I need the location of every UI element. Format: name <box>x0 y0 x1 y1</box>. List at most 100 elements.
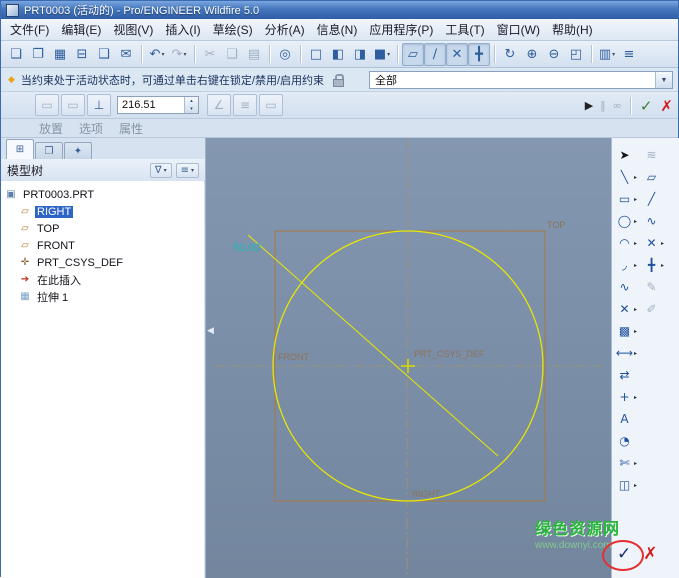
combobox-arrow-icon[interactable]: ▼ <box>655 72 672 88</box>
datum-plane-toggle-icon[interactable]: ▱ <box>402 43 424 66</box>
point-tool-icon[interactable]: ✕ <box>642 234 661 253</box>
shaded-display-icon[interactable]: ■▾ <box>371 43 393 66</box>
tree-settings-button[interactable]: ≡▾ <box>176 163 199 178</box>
sketch-select-ref-icon[interactable]: ▭ <box>35 94 59 116</box>
mail-icon[interactable]: ✉ <box>115 43 137 66</box>
no-hidden-display-icon[interactable]: ◨ <box>349 43 371 66</box>
copy-model-icon[interactable]: ❑ <box>93 43 115 66</box>
flyout-arrow-icon[interactable]: ▸ <box>634 482 642 489</box>
ellipse-tool-icon[interactable]: ∿ <box>642 212 661 231</box>
datum-label-front[interactable]: FRONT <box>278 352 309 362</box>
sketch-tool-button[interactable] <box>642 388 661 407</box>
zoom-out-icon[interactable]: ⊖ <box>543 43 565 66</box>
flyout-arrow-icon[interactable]: ▸ <box>634 196 642 203</box>
undo-icon[interactable]: ↶▾ <box>146 43 168 66</box>
datum-axis-toggle-icon[interactable]: ∕ <box>424 43 446 66</box>
tree-item-csys[interactable]: ✛ PRT_CSYS_DEF <box>4 254 201 271</box>
dimension-value-field[interactable]: ▴ ▾ <box>117 96 199 114</box>
tree-item-right-plane[interactable]: ▱ RIGHT <box>4 203 201 220</box>
dimension-value-label[interactable]: 50.00 <box>233 242 261 254</box>
sketch-tool-button[interactable] <box>642 432 661 451</box>
separator[interactable] <box>265 43 274 66</box>
sketch-tool-button[interactable] <box>642 454 661 473</box>
tree-show-button[interactable]: ∇▾ <box>150 163 172 178</box>
zoom-in-icon[interactable]: ⊕ <box>521 43 543 66</box>
flyout-arrow-icon[interactable]: ▸ <box>634 262 642 269</box>
saved-views-icon[interactable]: ▥▾ <box>596 43 618 66</box>
graphics-area[interactable]: 50.00 TOP FRONT RIGHT PRT_CSYS_DEF ◀ <box>206 138 611 578</box>
print-icon[interactable]: ⊟ <box>71 43 93 66</box>
mirror-tool-icon[interactable]: ◫ <box>615 476 634 495</box>
tree-item-top-plane[interactable]: ▱ TOP <box>4 220 201 237</box>
constraint-display-icon[interactable]: ⊥ <box>87 94 111 116</box>
dashboard-tab[interactable]: 选项 <box>79 120 103 137</box>
dimension-value-input[interactable] <box>118 97 184 113</box>
continue-section-icon[interactable]: ▶ <box>585 99 593 112</box>
pan-tool-icon[interactable]: ≋ <box>642 146 661 165</box>
menu-item[interactable]: 编辑(E) <box>55 19 107 40</box>
sketch-quit-button[interactable]: ✗ <box>643 544 657 564</box>
menu-item[interactable]: 信息(N) <box>311 19 364 40</box>
flyout-arrow-icon[interactable]: ▸ <box>634 174 642 181</box>
sketch-tool-button[interactable] <box>642 366 661 385</box>
layers-icon[interactable]: ≡ <box>618 43 640 66</box>
tree-item-front-plane[interactable]: ▱ FRONT <box>4 237 201 254</box>
sketch-tool-button[interactable] <box>642 476 661 495</box>
panel-collapse-arrow[interactable]: ◀ <box>207 326 214 336</box>
fillet-tool-icon[interactable]: ◞ <box>615 256 634 275</box>
save-icon[interactable]: ▦ <box>49 43 71 66</box>
spin-down-icon[interactable]: ▾ <box>185 105 198 113</box>
separator[interactable] <box>296 43 305 66</box>
menu-item[interactable]: 草绘(S) <box>207 19 259 40</box>
datum-csys-toggle-icon[interactable]: ╋ <box>468 43 490 66</box>
reference-box-icon[interactable]: ▭ <box>259 94 283 116</box>
model-tree-tab[interactable]: ⊞ <box>6 139 34 159</box>
flyout-arrow-icon[interactable]: ▸ <box>634 394 642 401</box>
point-create-tool-icon[interactable]: ✕ <box>615 300 634 319</box>
arc-tool-icon[interactable]: ◠ <box>615 234 634 253</box>
separator[interactable] <box>393 43 402 66</box>
wireframe-display-icon[interactable]: □ <box>305 43 327 66</box>
redo-icon[interactable]: ↷▾ <box>168 43 190 66</box>
open-file-icon[interactable]: ❐ <box>27 43 49 66</box>
circle-tool-icon[interactable]: ◯ <box>615 212 634 231</box>
tree-item-insert-here[interactable]: ➔ 在此插入 <box>4 271 201 288</box>
sketch-tool-button[interactable] <box>642 410 661 429</box>
hidden-line-display-icon[interactable]: ◧ <box>327 43 349 66</box>
cut-icon[interactable]: ✂ <box>199 43 221 66</box>
flyout-arrow-icon[interactable]: ▸ <box>634 350 642 357</box>
separator[interactable] <box>490 43 499 66</box>
flyout-arrow-icon[interactable]: ▸ <box>634 218 642 225</box>
pause-icon[interactable]: ‖ <box>600 99 606 112</box>
csys-tool-icon[interactable]: ╋ <box>642 256 661 275</box>
dashboard-cancel-button[interactable]: ✗ <box>660 97 673 115</box>
constraint-filter-combobox[interactable]: 全部 ▼ <box>369 71 673 89</box>
flyout-arrow-icon[interactable]: ▸ <box>634 240 642 247</box>
palette-tool-icon[interactable]: ◔ <box>615 432 634 451</box>
menu-item[interactable]: 应用程序(P) <box>363 19 439 40</box>
paste-icon[interactable]: ▤ <box>243 43 265 66</box>
flyout-arrow-icon[interactable]: ▸ <box>634 328 642 335</box>
trim-tool-icon[interactable]: ✄ <box>615 454 634 473</box>
copy-icon[interactable]: ❑ <box>221 43 243 66</box>
sketch-tool-button[interactable] <box>642 322 661 341</box>
flyout-arrow-icon[interactable]: ▸ <box>634 306 642 313</box>
constrain-tool-icon[interactable]: + <box>615 388 634 407</box>
flyout-arrow-icon[interactable]: ▸ <box>634 460 642 467</box>
flyout-arrow-icon[interactable]: ▸ <box>661 262 669 269</box>
spline-tool-icon[interactable]: ∿ <box>615 278 634 297</box>
menu-item[interactable]: 插入(I) <box>159 19 206 40</box>
text-tool-icon[interactable]: A <box>615 410 634 429</box>
search-icon[interactable]: ◎ <box>274 43 296 66</box>
equal-constraint-icon[interactable]: ≡ <box>233 94 257 116</box>
sketch-section-icon[interactable]: ▭ <box>61 94 85 116</box>
preview-glasses-icon[interactable]: ∞ <box>613 99 622 112</box>
folder-browser-tab[interactable]: ❐ <box>35 142 63 159</box>
new-file-icon[interactable]: ❏ <box>5 43 27 66</box>
dashboard-ok-button[interactable]: ✓ <box>640 97 653 115</box>
rectangle-tool-icon[interactable]: ▭ <box>615 190 634 209</box>
menu-item[interactable]: 分析(A) <box>259 19 311 40</box>
line-tool-icon[interactable]: ╲ <box>615 168 634 187</box>
menu-item[interactable]: 工具(T) <box>439 19 490 40</box>
dimension-tool-icon[interactable]: ⟷ <box>615 344 634 363</box>
